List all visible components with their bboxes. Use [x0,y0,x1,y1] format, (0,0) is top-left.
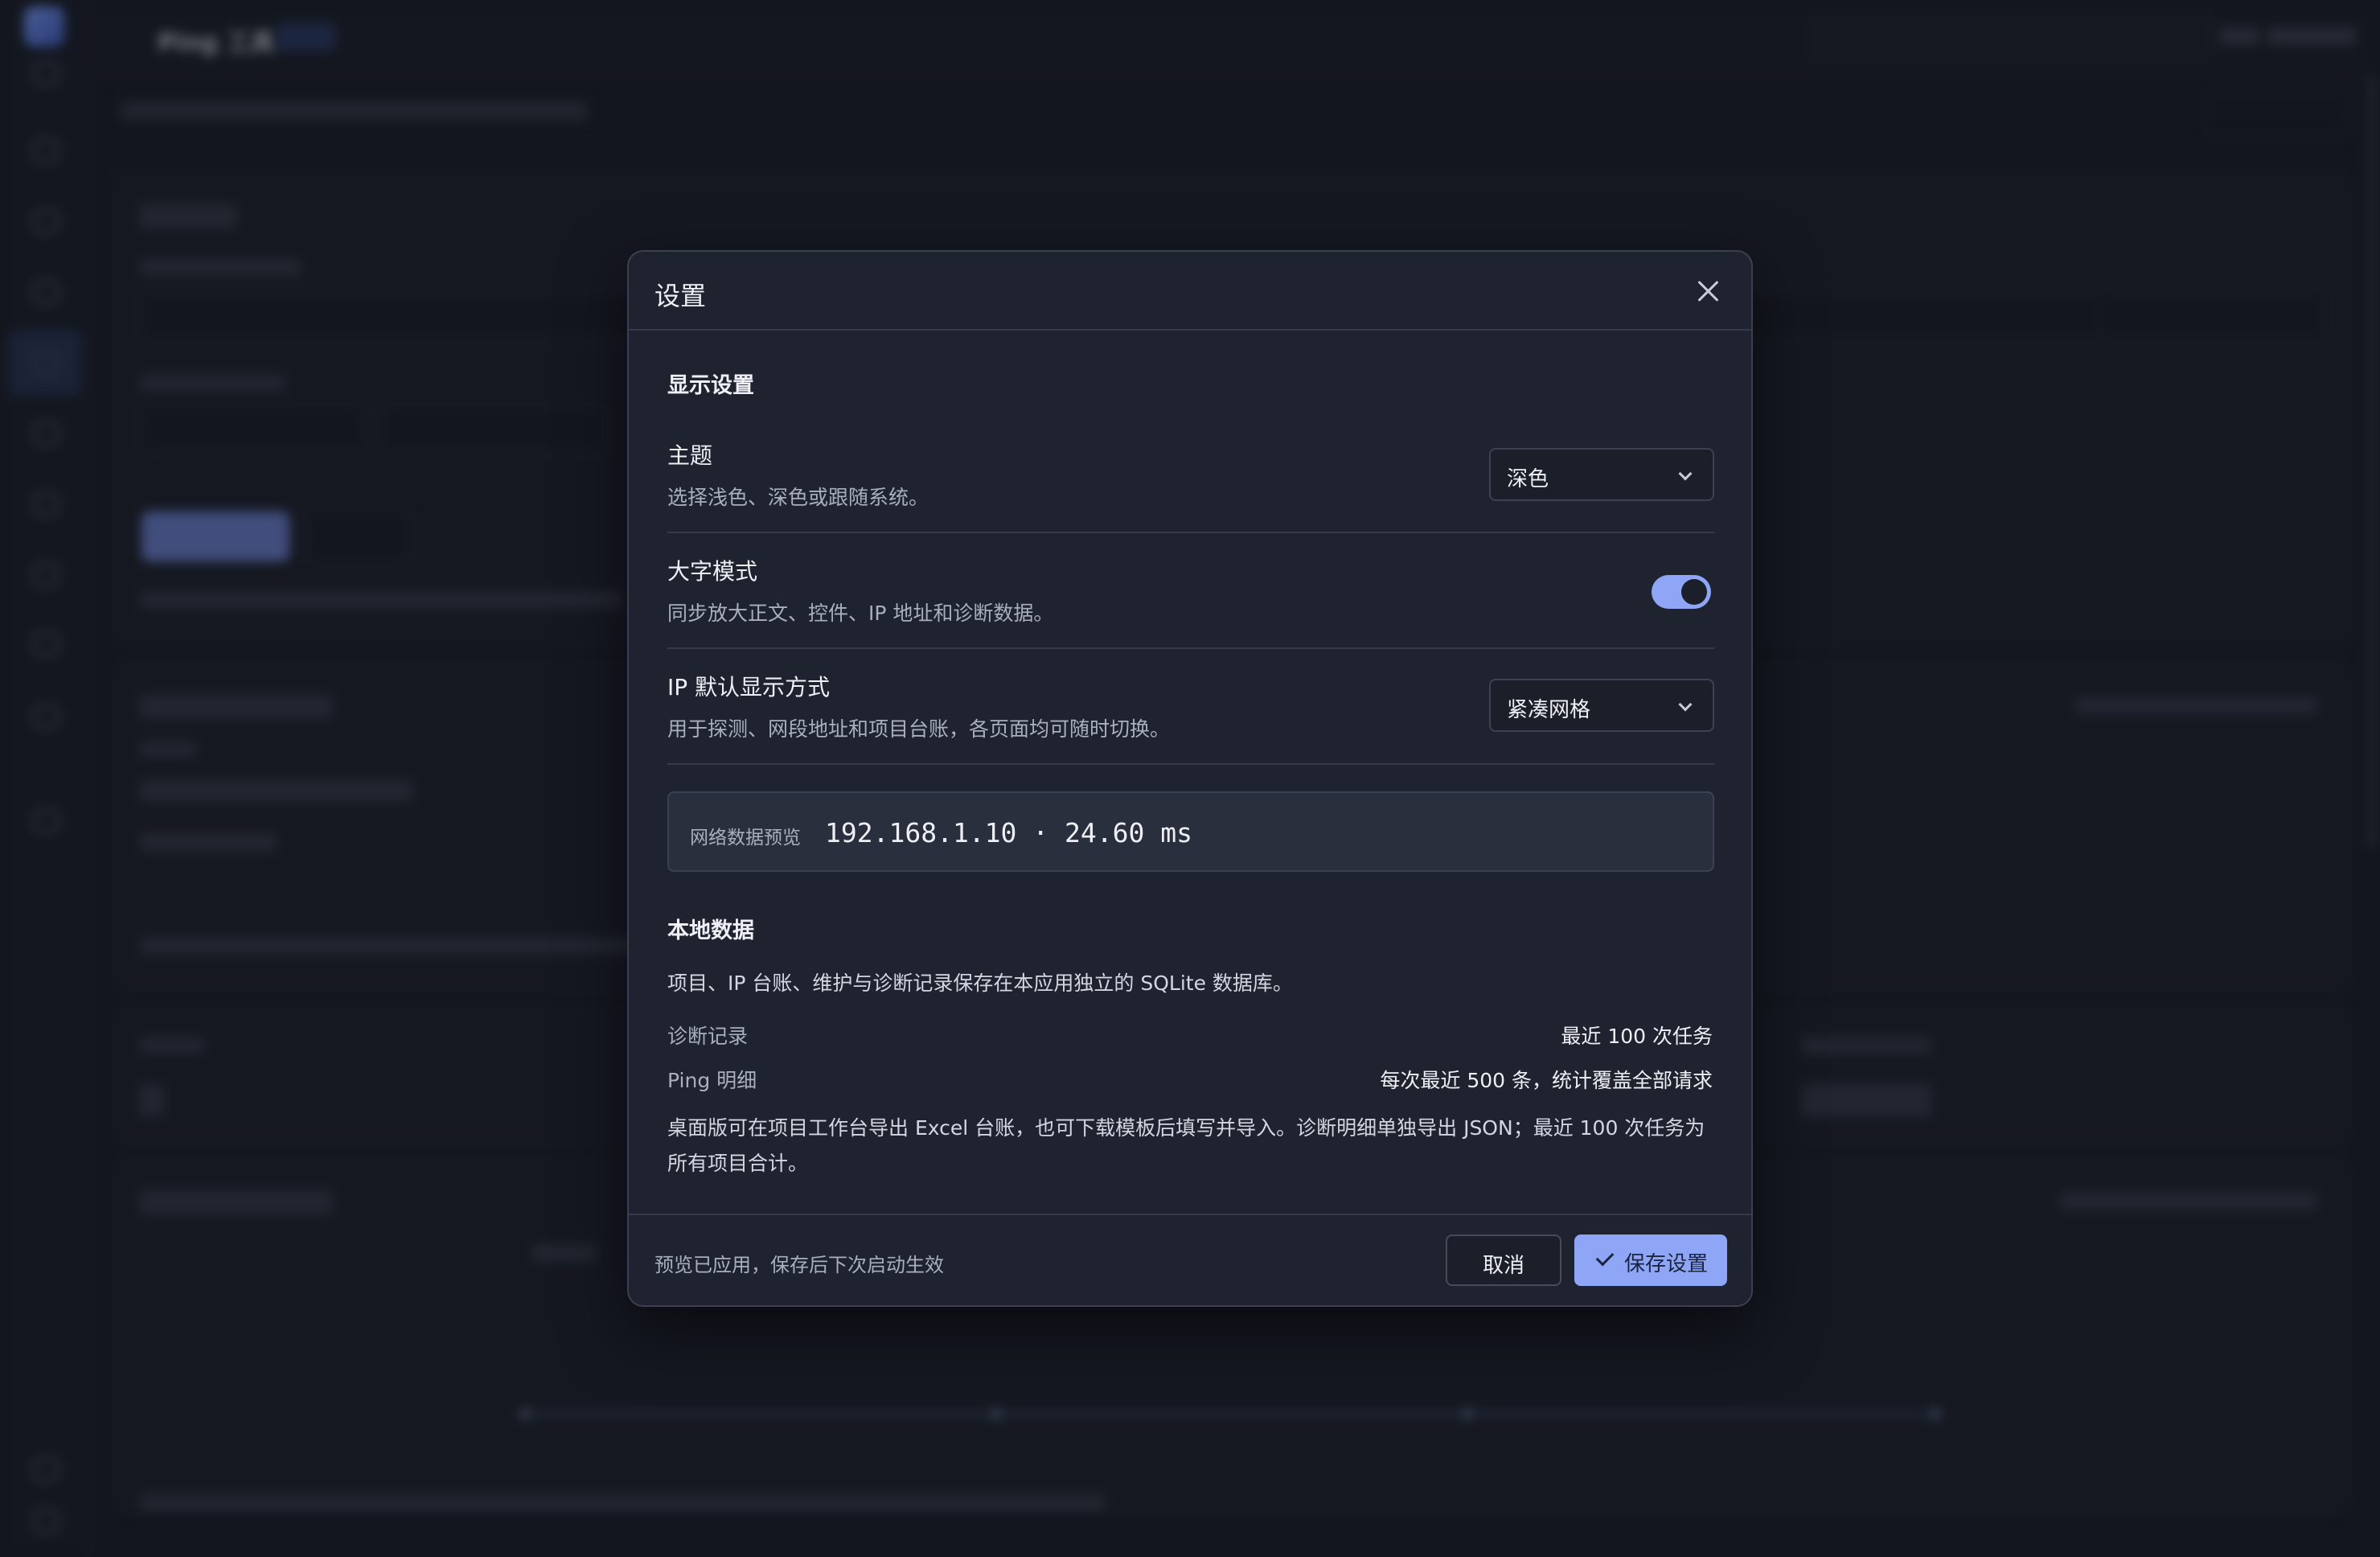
ping-detail-key: Ping 明细 [667,1069,757,1092]
theme-select-value: 深色 [1507,467,1549,491]
footer-note: 预览已应用，保存后下次启动生效 [654,1254,944,1276]
theme-select[interactable]: 深色 [1489,448,1714,501]
chevron-down-icon [1678,466,1693,481]
display-settings-heading: 显示设置 [667,373,754,398]
network-data-preview: 网络数据预览 192.168.1.10 · 24.60 ms [667,791,1714,872]
large-text-toggle[interactable] [1652,575,1711,609]
preview-label: 网络数据预览 [690,828,801,848]
save-button-label: 保存设置 [1624,1252,1709,1276]
ip-display-description: 用于探测、网段地址和项目台账，各页面均可随时切换。 [667,717,1171,741]
ip-display-select-value: 紧凑网格 [1507,698,1591,722]
ping-detail-value: 每次最近 500 条，统计覆盖全部请求 [1380,1069,1713,1092]
local-data-heading: 本地数据 [667,918,754,943]
theme-description: 选择浅色、深色或跟随系统。 [667,486,929,509]
ip-display-select[interactable]: 紧凑网格 [1489,679,1714,732]
divider [667,647,1714,649]
diagnostic-records-key: 诊断记录 [667,1025,749,1048]
local-data-note: 桌面版可在项目工作台导出 Excel 台账，也可下载模板后填写并导入。诊断明细单… [667,1116,1705,1175]
dialog-title: 设置 [654,281,707,311]
dialog-footer: 预览已应用，保存后下次启动生效 取消 保存设置 [629,1214,1751,1305]
local-data-description: 项目、IP 台账、维护与诊断记录保存在本应用独立的 SQLite 数据库。 [667,972,1293,995]
preview-value: 192.168.1.10 · 24.60 ms [825,817,1192,848]
divider [667,532,1714,533]
check-icon [1595,1247,1615,1267]
save-settings-button[interactable]: 保存设置 [1574,1235,1727,1286]
ip-display-label: IP 默认显示方式 [667,674,831,700]
theme-label: 主题 [667,442,713,469]
large-text-label: 大字模式 [667,558,758,585]
settings-dialog: 设置 显示设置 主题 选择浅色、深色或跟随系统。 深色 大字模式 同步放大正文、… [627,250,1753,1307]
cancel-button[interactable]: 取消 [1446,1235,1561,1286]
divider [667,763,1714,765]
close-icon[interactable] [1697,279,1721,303]
toggle-knob [1681,579,1707,605]
chevron-down-icon [1678,697,1693,712]
diagnostic-records-value: 最近 100 次任务 [1561,1025,1713,1048]
large-text-description: 同步放大正文、控件、IP 地址和诊断数据。 [667,602,1054,625]
dialog-header: 设置 [629,252,1751,331]
cancel-button-label: 取消 [1482,1254,1524,1278]
